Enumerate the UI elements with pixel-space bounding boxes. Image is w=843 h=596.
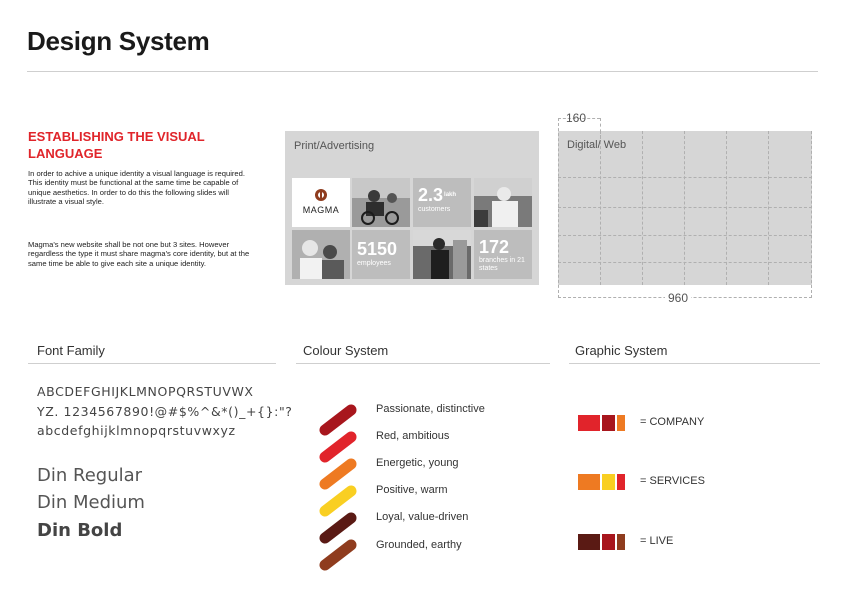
colour-strokes [319,404,357,571]
glyph-sample-lowercase: abcdefghijklmnopqrstuvwxyz [37,423,236,438]
colour-stroke-loyal [319,512,357,544]
photo-tile-family [292,230,350,279]
graphic-label-services: = SERVICES [640,475,705,487]
stat-employees-caption: employees [357,260,391,267]
graphic-system-divider [569,363,820,364]
grid-line-h [558,262,812,263]
colour-stroke-passionate [319,404,357,436]
digital-web-label: Digital/ Web [567,139,627,151]
graphic-block-segment [617,534,625,550]
graphic-block-segment [602,534,615,550]
graphic-block-segment [602,415,615,431]
print-advertising-panel: MAGMA 2.3lakh customers 5150 employees 1… [285,131,539,285]
colour-stroke-positive [319,485,357,517]
graphic-block-segment [602,474,615,490]
stat-tile-employees: 5150 employees [352,230,410,279]
colour-label-red: Red, ambitious [376,430,450,442]
intro-heading: ESTABLISHING THE VISUAL LANGUAGE [28,129,205,161]
grid-line-v [811,131,812,298]
intro-paragraph-1: In order to achive a unique identity a v… [28,169,245,207]
graphic-block-segment [617,474,625,490]
colour-label-loyal: Loyal, value-driven [376,511,469,523]
graphic-label-live: = LIVE [640,535,674,547]
print-advertising-label: Print/Advertising [294,140,375,152]
magma-logo-icon [315,189,327,201]
graphic-block-segment [578,534,600,550]
colour-label-grounded: Grounded, earthy [376,539,462,551]
stat-employees-value: 5150 [357,239,398,259]
stat-tile-branches: 172 branches in 21 states [474,230,532,279]
stat-customers-caption: customers [418,206,451,213]
photo-bikers-image [352,178,410,227]
grid-line-h [558,235,812,236]
magma-logo-text: MAGMA [302,205,340,215]
graphic-block-segment [617,415,625,431]
glyph-sample-numbers: YZ. 1234567890!@#$%^&*()_+{}:"? [37,404,293,419]
photo-street-image [413,230,471,279]
font-family-heading: Font Family [37,343,105,358]
photo-family-image [292,230,350,279]
magma-logo-tile: MAGMA [292,178,350,227]
font-weight-medium: Din Medium [37,492,145,513]
photo-tile-street [413,230,471,279]
colour-stroke-grounded [319,539,357,571]
grid-line-v [558,118,559,298]
stat-branches-value: 172 [479,237,510,257]
title-divider [27,71,818,72]
page-title: Design System [27,26,210,56]
stat-customers-unit: lakh [444,192,457,198]
glyph-sample-uppercase: ABCDEFGHIJKLMNOPQRSTUVWX [37,384,254,399]
grid-line-h [558,207,812,208]
photo-tile-worker [474,178,532,227]
graphic-label-company: = COMPANY [640,416,705,428]
photo-worker-image [474,178,532,227]
colour-stroke-red [319,431,357,463]
colour-label-positive: Positive, warm [376,484,448,496]
stat-customers-value: 2.3lakh [418,186,456,204]
colour-label-passionate: Passionate, distinctive [376,403,485,415]
total-width-label: 960 [665,291,692,305]
stat-customers-number: 2.3 [418,185,444,205]
colour-system-divider [296,363,550,364]
column-width-label: 160 [566,111,587,125]
colour-stroke-energetic [319,458,357,490]
colour-label-energetic: Energetic, young [376,457,459,469]
font-weight-bold: Din Bold [37,520,123,541]
font-weight-regular: Din Regular [37,465,143,486]
grid-line-h [558,177,812,178]
stat-branches-caption: branches in 21 states [479,257,525,272]
graphic-system-heading: Graphic System [575,343,668,358]
graphic-block-segment [578,415,600,431]
stat-tile-customers: 2.3lakh customers [413,178,471,227]
colour-system-heading: Colour System [303,343,389,358]
graphic-block-segment [578,474,600,490]
photo-tile-bikers [352,178,410,227]
intro-paragraph-2: Magma's new website shall be not one but… [28,240,250,268]
font-family-divider [28,363,276,364]
